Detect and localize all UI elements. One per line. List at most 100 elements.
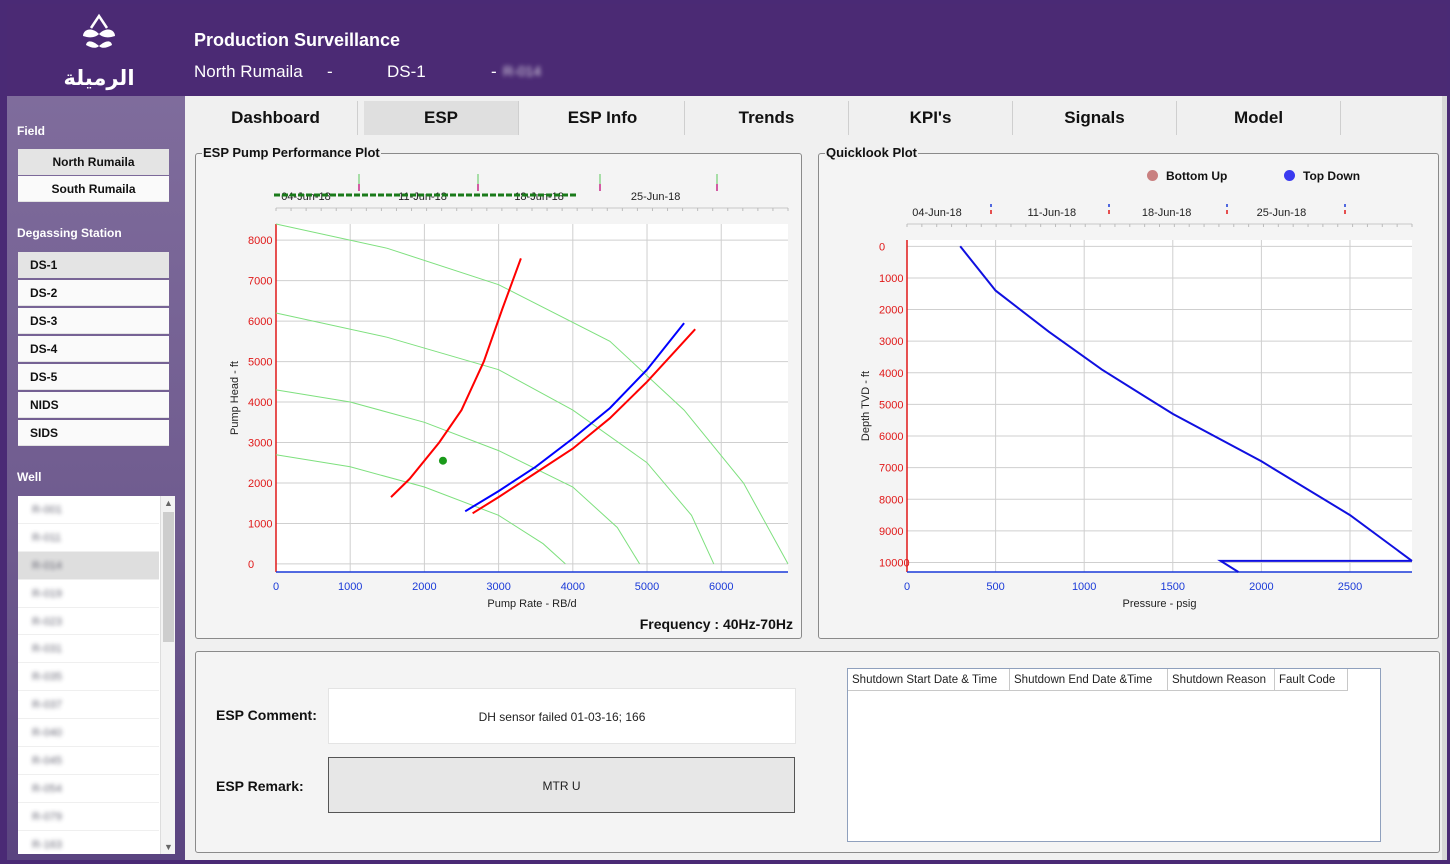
header-station: DS-1 [387, 62, 426, 81]
main-tabs: Dashboard ESP ESP Info Trends KPI's Sign… [194, 101, 1344, 135]
y-tick-label: 5000 [248, 357, 272, 369]
well-item[interactable]: R-019 [18, 580, 159, 608]
station-ds-2[interactable]: DS-2 [18, 280, 169, 306]
esp-performance-chart[interactable]: 04-Jun-18 11-Jun-18 18-Jun-18 25-Jun-18 0 100… [196, 154, 801, 638]
y-tick-label: 8000 [248, 235, 272, 247]
y-tick-label: 0 [248, 559, 254, 571]
y-tick-label: 10000 [879, 558, 910, 570]
x-tick-label: 0 [273, 581, 279, 593]
x-tick-label: 1500 [1161, 581, 1185, 593]
col-shutdown-end[interactable]: Shutdown End Date &Time [1010, 669, 1168, 691]
timeline-date-label: 04-Jun-18 [281, 191, 331, 203]
y-tick-label: 2000 [248, 478, 272, 490]
quicklook-panel: Quicklook Plot Bottom Up Top Down 04-Jun… [818, 145, 1439, 639]
shutdown-table[interactable]: Shutdown Start Date & Time Shutdown End … [847, 668, 1381, 842]
tab-esp[interactable]: ESP [364, 101, 519, 135]
y-tick-label: 3000 [879, 336, 903, 348]
y-tick-label: 3000 [248, 438, 272, 450]
y-tick-label: 9000 [879, 526, 903, 538]
header-well: R-014 [503, 63, 542, 79]
station-nids[interactable]: NIDS [18, 392, 169, 418]
plot-area [276, 224, 788, 572]
well-item[interactable]: R-011 [18, 524, 159, 552]
well-item[interactable]: R-023 [18, 608, 159, 636]
well-item[interactable]: R-001 [18, 496, 159, 524]
y-tick-label: 1000 [879, 273, 903, 285]
col-shutdown-reason[interactable]: Shutdown Reason [1168, 669, 1275, 691]
tab-kpis[interactable]: KPI's [849, 101, 1013, 135]
tab-signals[interactable]: Signals [1013, 101, 1177, 135]
x-tick-label: 2000 [1249, 581, 1273, 593]
station-ds-3[interactable]: DS-3 [18, 308, 169, 334]
x-tick-label: 0 [904, 581, 910, 593]
well-item[interactable]: R-054 [18, 775, 159, 803]
x-axis-label: Pump Rate - RB/d [487, 598, 576, 610]
well-item[interactable]: R-037 [18, 691, 159, 720]
scroll-up-icon[interactable]: ▲ [161, 496, 175, 510]
y-tick-label: 1000 [248, 518, 272, 530]
scrollbar-thumb[interactable] [163, 512, 174, 642]
timeline-date-label: 25-Jun-18 [1257, 207, 1307, 219]
tab-dashboard[interactable]: Dashboard [194, 101, 358, 135]
well-list[interactable]: R-001 R-011 R-014 R-019 R-023 R-031 R-03… [18, 496, 175, 854]
x-tick-label: 500 [986, 581, 1004, 593]
scroll-down-icon[interactable]: ▼ [161, 840, 175, 854]
x-tick-label: 4000 [561, 581, 585, 593]
col-shutdown-start[interactable]: Shutdown Start Date & Time [848, 669, 1010, 691]
timeline-date-label: 25-Jun-18 [631, 191, 681, 203]
x-tick-label: 2500 [1338, 581, 1362, 593]
station-sids[interactable]: SIDS [18, 420, 169, 446]
rumaila-logo: الرميلة [55, 12, 143, 92]
timeline-date-label: 18-Jun-18 [514, 191, 564, 203]
app-header: الرميلة Production Surveillance North Ru… [7, 4, 1447, 96]
quicklook-chart[interactable]: 04-Jun-18 11-Jun-18 18-Jun-18 25-Jun-18 0 500… [819, 154, 1438, 638]
well-list-scrollbar[interactable]: ▲ ▼ [160, 496, 175, 854]
well-item-selected[interactable]: R-014 [18, 551, 159, 580]
logo-emblem-icon [83, 13, 115, 48]
tab-trends[interactable]: Trends [685, 101, 849, 135]
esp-performance-panel: ESP Pump Performance Plot 04-Jun-18 11-Ju… [195, 145, 802, 639]
station-ds-1[interactable]: DS-1 [18, 252, 169, 278]
main-scrollbar[interactable] [1442, 96, 1447, 860]
operating-point [438, 456, 447, 465]
sidebar: Field North Rumaila South Rumaila Degass… [7, 96, 185, 860]
logo-text: الرميلة [63, 66, 135, 90]
header-field: North Rumaila [194, 62, 303, 81]
y-tick-label: 5000 [879, 399, 903, 411]
timeline-date-label: 11-Jun-18 [398, 191, 447, 203]
x-tick-label: 6000 [709, 581, 733, 593]
tab-model[interactable]: Model [1177, 101, 1341, 135]
station-ds-4[interactable]: DS-4 [18, 336, 169, 362]
esp-comment-field[interactable]: DH sensor failed 01-03-16; 166 [328, 688, 796, 744]
well-item[interactable]: R-079 [18, 803, 159, 831]
y-tick-label: 6000 [879, 431, 903, 443]
timeline-date-label: 04-Jun-18 [912, 207, 962, 219]
degassing-station-heading: Degassing Station [17, 226, 122, 240]
y-axis-label: Depth TVD - ft [860, 371, 872, 441]
tab-esp-info[interactable]: ESP Info [521, 101, 685, 135]
header-separator: - [491, 62, 497, 81]
field-north-rumaila[interactable]: North Rumaila [18, 149, 169, 175]
well-item[interactable]: R-045 [18, 747, 159, 775]
esp-remark-field[interactable]: MTR U [328, 757, 795, 813]
station-ds-5[interactable]: DS-5 [18, 364, 169, 390]
frequency-label: Frequency : 40Hz-70Hz [639, 616, 793, 632]
timeline-date-label: 18-Jun-18 [1142, 207, 1192, 219]
well-item[interactable]: R-031 [18, 635, 159, 664]
col-fault-code[interactable]: Fault Code [1275, 669, 1348, 691]
x-tick-label: 1000 [1072, 581, 1096, 593]
y-tick-label: 8000 [879, 494, 903, 506]
x-tick-label: 5000 [635, 581, 659, 593]
field-south-rumaila[interactable]: South Rumaila [18, 176, 169, 202]
field-heading: Field [17, 124, 46, 138]
esp-comment-label: ESP Comment: [216, 707, 317, 723]
well-item[interactable]: R-035 [18, 663, 159, 692]
y-tick-label: 7000 [248, 276, 272, 288]
y-axis-label: Pump Head - ft [229, 361, 241, 435]
well-heading: Well [17, 470, 42, 484]
esp-details-panel: ESP Comment: DH sensor failed 01-03-16; … [195, 651, 1440, 853]
y-tick-label: 7000 [879, 463, 903, 475]
well-item[interactable]: R-040 [18, 719, 159, 748]
x-tick-label: 1000 [338, 581, 362, 593]
well-item[interactable]: R-163 [18, 831, 159, 854]
